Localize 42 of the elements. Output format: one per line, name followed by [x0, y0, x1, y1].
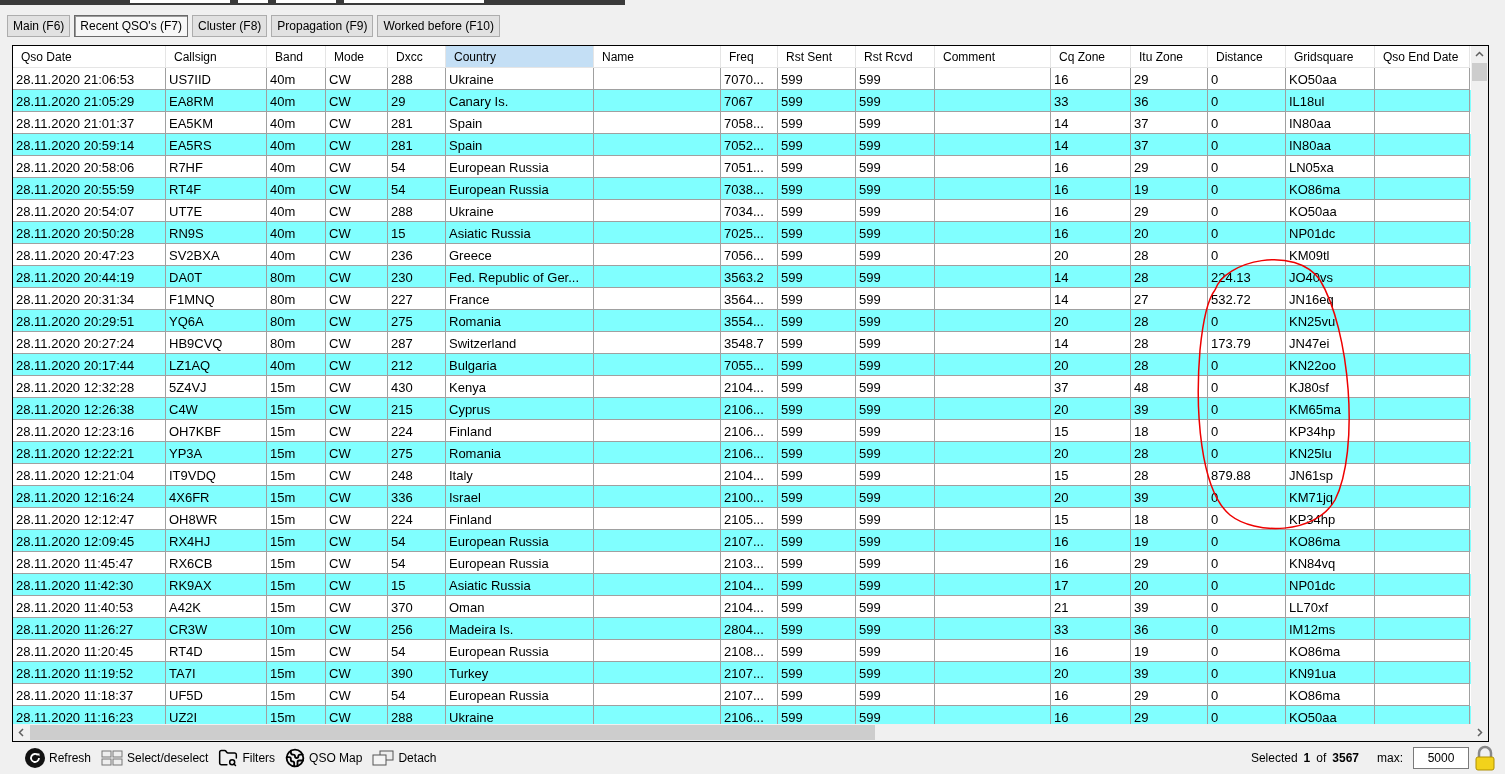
- column-header[interactable]: Mode: [326, 46, 388, 68]
- toolbar-button[interactable]: Filters: [215, 748, 279, 768]
- toolbar-button[interactable]: QSO Map: [282, 748, 366, 768]
- of-label: of: [1316, 751, 1327, 765]
- column-header[interactable]: Name: [594, 46, 721, 68]
- column-header[interactable]: Cq Zone: [1051, 46, 1131, 68]
- horizontal-scrollbar[interactable]: [13, 724, 1488, 741]
- column-header[interactable]: Gridsquare: [1286, 46, 1375, 68]
- lock-icon[interactable]: [1475, 745, 1495, 771]
- column-header[interactable]: Itu Zone: [1131, 46, 1208, 68]
- windows-icon: [372, 750, 395, 766]
- column-header[interactable]: Comment: [935, 46, 1051, 68]
- selected-count: 1: [1303, 751, 1311, 765]
- column-header[interactable]: Distance: [1208, 46, 1286, 68]
- tab[interactable]: Worked before (F10): [377, 15, 500, 37]
- column-header[interactable]: Dxcc: [388, 46, 446, 68]
- globe-icon: [285, 748, 306, 768]
- max-field[interactable]: 5000: [1413, 747, 1469, 769]
- column-header[interactable]: Country: [446, 46, 594, 68]
- column-header[interactable]: Rst Rcvd: [856, 46, 935, 68]
- toolbar-button[interactable]: Detach: [369, 750, 440, 766]
- grid-icon: [101, 750, 124, 766]
- tab[interactable]: Cluster (F8): [192, 15, 268, 37]
- scrollbar-thumb[interactable]: [1472, 63, 1487, 81]
- toolbar-button[interactable]: Refresh: [22, 748, 95, 768]
- tab[interactable]: Recent QSO's (F7): [74, 15, 188, 37]
- column-header[interactable]: Callsign: [166, 46, 267, 68]
- column-header[interactable]: Rst Sent: [778, 46, 856, 68]
- toolbar-button[interactable]: Select/deselect: [98, 750, 212, 766]
- column-header[interactable]: Qso End Date: [1375, 46, 1470, 68]
- total-count: 3567: [1332, 751, 1359, 765]
- column-header[interactable]: Freq: [721, 46, 778, 68]
- column-header[interactable]: Qso Date: [13, 46, 166, 68]
- tab[interactable]: Propagation (F9): [271, 15, 374, 37]
- column-header[interactable]: Band: [267, 46, 326, 68]
- scrollbar-thumb[interactable]: [30, 725, 875, 740]
- vertical-scrollbar[interactable]: [1471, 46, 1488, 724]
- folder-search-icon: [218, 748, 239, 768]
- refresh-icon: [25, 748, 45, 768]
- max-label: max:: [1377, 751, 1403, 765]
- selected-label: Selected: [1250, 751, 1298, 765]
- tab[interactable]: Main (F6): [7, 15, 71, 37]
